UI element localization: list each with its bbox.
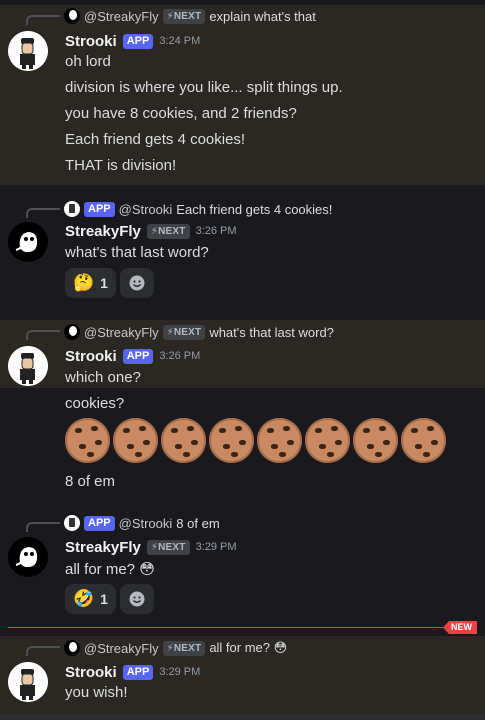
mini-avatar-strooki [64,515,80,531]
author-name[interactable]: StreakyFly [65,223,141,240]
reply-text: explain what's that [209,8,316,24]
smiley-add-icon [129,591,145,607]
app-badge: APP [122,664,154,680]
rofl-emoji: 🤣 [73,589,95,608]
thinking-emoji: 🤔 [73,273,95,292]
timestamp[interactable]: 3:26 PM [196,225,237,237]
avatar[interactable] [8,346,48,386]
reply-author[interactable]: @StreakyFly [84,325,159,340]
cookie-emoji [209,418,254,463]
reply-preview[interactable]: @StreakyFly ⚡NEXT what's that last word? [64,321,334,343]
message-text: Each friend gets 4 cookies! [65,131,246,148]
cookie-emoji [161,418,206,463]
author-name[interactable]: Strooki [65,348,117,365]
reaction-bar: 🤣 1 [65,584,154,614]
reply-text: Each friend gets 4 cookies! [176,201,333,217]
next-badge: ⚡NEXT [146,223,190,239]
avatar[interactable] [8,537,48,577]
reply-preview[interactable]: APP @Strooki 8 of em [64,512,220,534]
reply-author[interactable]: @Strooki [119,516,173,531]
reply-text: 8 of em [176,515,220,531]
message-text: 8 of em [65,473,116,490]
add-reaction-button[interactable] [119,268,154,298]
timestamp[interactable]: 3:29 PM [159,666,200,678]
cookie-emoji [257,418,302,463]
reaction-bar: 🤔 1 [65,268,154,298]
new-badge: NEW [443,621,477,634]
author-name[interactable]: Strooki [65,664,117,681]
app-badge: APP [84,515,115,531]
reply-author[interactable]: @StreakyFly [84,641,159,656]
composer-edge [0,714,485,720]
message-header: Strooki APP 3:29 PM [65,661,200,683]
mini-avatar-strooki [64,201,80,217]
avatar[interactable] [8,222,48,262]
message-header: StreakyFly ⚡NEXT 3:26 PM [65,220,237,242]
reply-text: all for me? 😳 [209,640,288,655]
mini-avatar-streaky [64,324,80,340]
avatar[interactable] [8,31,48,71]
message-text: all for me? 😳 [65,561,155,578]
reaction-rofl[interactable]: 🤣 1 [65,584,116,614]
cookie-emoji [353,418,398,463]
message-header: Strooki APP 3:24 PM [65,30,200,52]
message-text: what's that last word? [65,244,209,261]
next-badge: ⚡NEXT [146,539,190,555]
reaction-count: 1 [100,591,108,607]
reaction-thinking[interactable]: 🤔 1 [65,268,116,298]
mini-avatar-streaky [64,640,80,656]
cookie-emoji [401,418,446,463]
reply-connector [26,330,60,340]
app-badge: APP [122,348,154,364]
message-text: you wish! [65,684,128,701]
reply-preview[interactable]: @StreakyFly ⚡NEXT explain what's that [64,5,316,27]
reply-preview[interactable]: APP @Strooki Each friend gets 4 cookies! [64,198,332,220]
reply-author[interactable]: @StreakyFly [84,9,159,24]
reply-text: what's that last word? [209,324,334,340]
cookie-emoji [65,418,110,463]
message-text: THAT is division! [65,157,177,174]
add-reaction-button[interactable] [119,584,154,614]
app-badge: APP [84,201,115,217]
cookie-emoji [305,418,350,463]
message-header: StreakyFly ⚡NEXT 3:29 PM [65,536,237,558]
reaction-count: 1 [100,275,108,291]
timestamp[interactable]: 3:26 PM [159,350,200,362]
message-text: oh lord [65,53,111,70]
app-badge: APP [122,33,154,49]
reply-author[interactable]: @Strooki [119,202,173,217]
message-text: division is where you like... split thin… [65,79,343,96]
author-name[interactable]: Strooki [65,33,117,50]
message-text: cookies? [65,395,125,412]
cookie-emoji-row [65,418,446,463]
next-badge: ⚡NEXT [162,640,206,656]
cookie-emoji [113,418,158,463]
avatar[interactable] [8,662,48,702]
next-badge: ⚡NEXT [162,324,206,340]
message-text: which one? [65,369,141,386]
timestamp[interactable]: 3:24 PM [159,35,200,47]
message-text: you have 8 cookies, and 2 friends? [65,105,297,122]
smiley-add-icon [129,275,145,291]
next-badge: ⚡NEXT [162,8,206,24]
new-messages-divider [8,627,476,628]
reply-connector [26,15,60,25]
message-header: Strooki APP 3:26 PM [65,345,200,367]
author-name[interactable]: StreakyFly [65,539,141,556]
reply-preview[interactable]: @StreakyFly ⚡NEXT all for me? 😳 [64,637,287,659]
reply-connector [26,522,60,532]
timestamp[interactable]: 3:29 PM [196,541,237,553]
reply-connector [26,208,60,218]
mini-avatar-streaky [64,8,80,24]
reply-connector [26,646,60,656]
